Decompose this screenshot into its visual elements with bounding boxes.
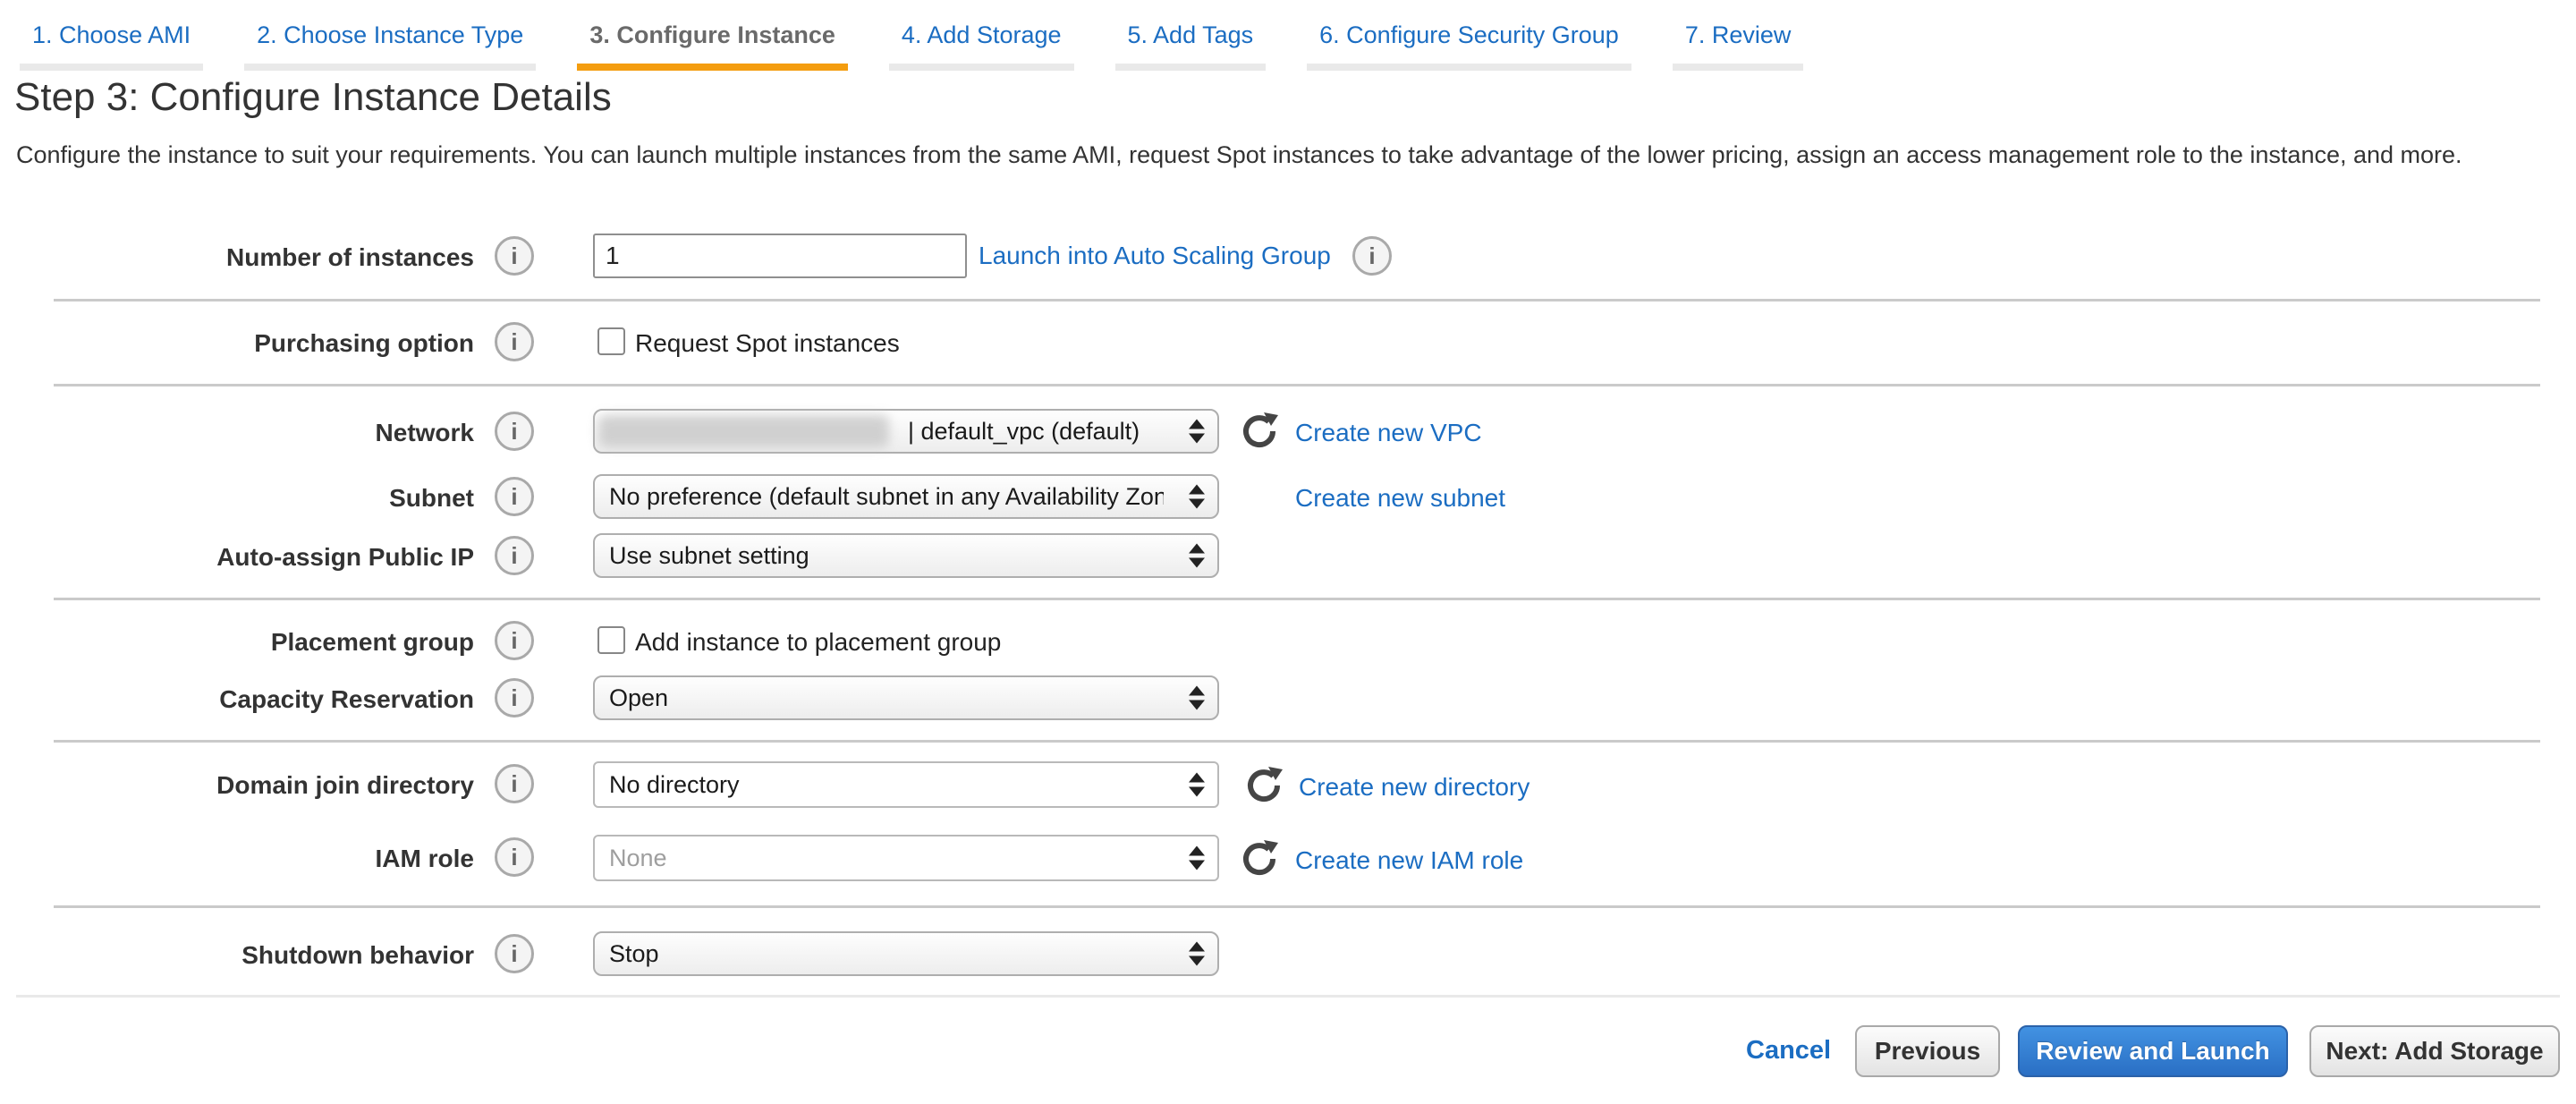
divider — [54, 905, 2540, 908]
auto-assign-public-ip-label: Auto-assign Public IP — [18, 543, 474, 572]
iam-role-value: None — [609, 836, 1164, 878]
footer-divider — [16, 995, 2560, 998]
auto-assign-public-ip-select[interactable]: Use subnet setting — [593, 533, 1219, 578]
divider — [54, 598, 2540, 600]
subnet-select-value: No preference (default subnet in any Ava… — [609, 476, 1164, 517]
network-label: Network — [18, 419, 474, 447]
divider — [54, 384, 2540, 386]
chevron-up-down-icon — [1189, 544, 1205, 568]
info-icon[interactable]: i — [495, 837, 534, 877]
shutdown-behavior-select[interactable]: Stop — [593, 931, 1219, 976]
info-icon[interactable]: i — [495, 412, 534, 451]
redacted-vpc-id — [598, 415, 889, 447]
tab-add-tags[interactable]: 5. Add Tags — [1115, 13, 1267, 71]
tab-choose-instance-type[interactable]: 2. Choose Instance Type — [244, 13, 536, 71]
configure-instance-page: 1. Choose AMI 2. Choose Instance Type 3.… — [0, 0, 2576, 1104]
subnet-label: Subnet — [18, 484, 474, 513]
review-and-launch-button[interactable]: Review and Launch — [2018, 1025, 2288, 1077]
domain-join-directory-select[interactable]: No directory — [593, 761, 1219, 808]
info-icon[interactable]: i — [495, 236, 534, 276]
chevron-up-down-icon — [1189, 686, 1205, 710]
add-instance-to-placement-group-label: Add instance to placement group — [635, 628, 1001, 657]
iam-role-label: IAM role — [18, 845, 474, 873]
info-icon[interactable]: i — [495, 621, 534, 660]
chevron-up-down-icon — [1189, 773, 1205, 797]
request-spot-instances-label: Request Spot instances — [635, 329, 900, 358]
divider — [54, 299, 2540, 301]
chevron-up-down-icon — [1189, 485, 1205, 509]
chevron-up-down-icon — [1189, 942, 1205, 966]
tab-review[interactable]: 7. Review — [1673, 13, 1804, 71]
tab-add-storage[interactable]: 4. Add Storage — [889, 13, 1074, 71]
create-new-directory-link[interactable]: Create new directory — [1299, 773, 1530, 802]
request-spot-instances-checkbox[interactable] — [597, 327, 625, 355]
page-title: Step 3: Configure Instance Details — [14, 75, 612, 120]
number-of-instances-label: Number of instances — [18, 243, 474, 272]
create-new-vpc-link[interactable]: Create new VPC — [1295, 419, 1482, 447]
info-icon[interactable]: i — [495, 934, 534, 973]
next-add-storage-button[interactable]: Next: Add Storage — [2309, 1025, 2560, 1077]
network-select-value: | default_vpc (default) — [908, 411, 1167, 452]
info-icon[interactable]: i — [495, 477, 534, 516]
info-icon[interactable]: i — [495, 678, 534, 718]
add-instance-to-placement-group-checkbox[interactable] — [597, 626, 625, 654]
domain-join-directory-value: No directory — [609, 763, 1164, 804]
chevron-up-down-icon — [1189, 420, 1205, 444]
purchasing-option-label: Purchasing option — [18, 329, 474, 358]
iam-role-select[interactable]: None — [593, 835, 1219, 881]
tab-configure-instance[interactable]: 3. Configure Instance — [577, 13, 848, 71]
info-icon[interactable]: i — [495, 536, 534, 575]
tab-choose-ami[interactable]: 1. Choose AMI — [20, 13, 203, 71]
shutdown-behavior-value: Stop — [609, 933, 1164, 974]
previous-button[interactable]: Previous — [1855, 1025, 2000, 1077]
chevron-up-down-icon — [1189, 846, 1205, 870]
network-select[interactable]: | default_vpc (default) — [593, 409, 1219, 454]
launch-into-auto-scaling-group-link[interactable]: Launch into Auto Scaling Group — [979, 242, 1331, 270]
info-icon[interactable]: i — [495, 764, 534, 803]
wizard-tab-bar: 1. Choose AMI 2. Choose Instance Type 3.… — [20, 13, 1803, 71]
cancel-link[interactable]: Cancel — [1746, 1036, 1831, 1066]
auto-assign-public-ip-value: Use subnet setting — [609, 535, 1164, 576]
subnet-select[interactable]: No preference (default subnet in any Ava… — [593, 474, 1219, 519]
shutdown-behavior-label: Shutdown behavior — [18, 941, 474, 970]
refresh-icon[interactable] — [1243, 764, 1286, 807]
number-of-instances-input[interactable] — [593, 234, 967, 278]
domain-join-directory-label: Domain join directory — [18, 771, 474, 800]
capacity-reservation-label: Capacity Reservation — [18, 685, 474, 714]
capacity-reservation-select[interactable]: Open — [593, 675, 1219, 720]
placement-group-label: Placement group — [18, 628, 474, 657]
divider — [54, 740, 2540, 743]
tab-configure-security-group[interactable]: 6. Configure Security Group — [1307, 13, 1631, 71]
page-description: Configure the instance to suit your requ… — [16, 136, 2560, 174]
capacity-reservation-value: Open — [609, 677, 1164, 718]
refresh-icon[interactable] — [1239, 410, 1282, 453]
refresh-icon[interactable] — [1239, 837, 1282, 880]
info-icon[interactable]: i — [1352, 236, 1392, 276]
create-new-subnet-link[interactable]: Create new subnet — [1295, 484, 1505, 513]
info-icon[interactable]: i — [495, 322, 534, 361]
create-new-iam-role-link[interactable]: Create new IAM role — [1295, 846, 1523, 875]
